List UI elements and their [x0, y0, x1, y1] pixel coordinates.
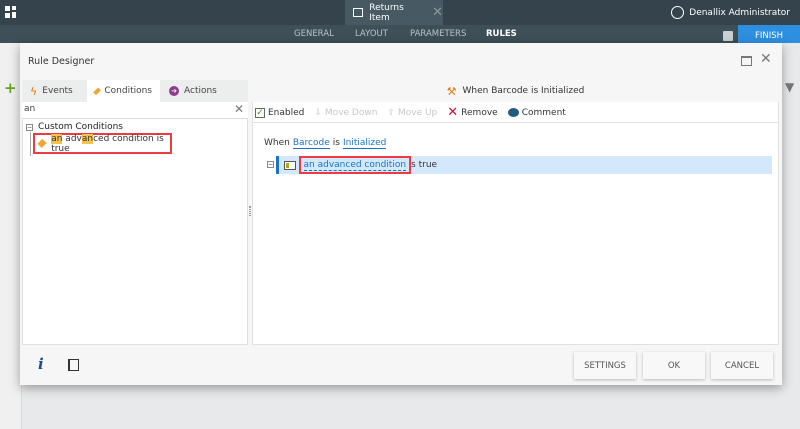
nav-bar — [0, 25, 800, 43]
nav-rules[interactable]: RULES — [486, 29, 517, 39]
move-down-icon: ⇩ — [314, 107, 322, 118]
panel-toggle-icon[interactable] — [68, 359, 79, 371]
condition-icon — [284, 160, 296, 170]
tree-item-advanced-condition[interactable]: an advanced condition is true — [33, 133, 172, 154]
move-up-button[interactable]: ⇧ Move Up — [387, 108, 437, 118]
user-name: Denallix Administrator — [689, 7, 790, 18]
comment-button[interactable]: Comment — [507, 107, 566, 118]
nav-general[interactable]: GENERAL — [294, 29, 334, 39]
remove-button[interactable]: ✕ Remove — [447, 105, 497, 120]
callout-box: an advanced condition — [298, 156, 412, 174]
rule-designer-dialog: Rule Designer ✕ ϟ Events Conditions ➔ Acti… — [20, 43, 782, 385]
barcode-link[interactable]: Barcode — [292, 138, 330, 149]
tab-actions[interactable]: ➔ Actions — [161, 80, 225, 102]
save-icon[interactable] — [723, 31, 733, 41]
tab-conditions-label: Conditions — [104, 86, 152, 96]
tab-events-label: Events — [42, 86, 73, 96]
rule-header: ⚒ When Barcode is Initialized — [252, 80, 779, 102]
arrow-circle-icon: ➔ — [169, 86, 179, 96]
splitter-handle[interactable] — [249, 206, 251, 216]
gavel-icon: ⚒ — [446, 84, 457, 98]
comment-icon — [507, 108, 519, 117]
apps-icon[interactable] — [5, 6, 17, 18]
finish-button[interactable]: FINISH — [738, 25, 800, 43]
filter-icon[interactable]: ▼ — [785, 80, 794, 94]
enabled-checkbox[interactable]: ✓ Enabled — [255, 107, 305, 118]
move-down-label: Move Down — [324, 107, 378, 118]
match-highlight: an — [81, 133, 94, 144]
close-tab-icon[interactable]: ✕ — [432, 5, 443, 20]
lightning-icon: ϟ — [30, 84, 38, 98]
item-text: adv — [62, 133, 82, 144]
dialog-title: Rule Designer — [28, 56, 95, 67]
rule-header-title: When Barcode is Initialized — [462, 86, 585, 96]
maximize-icon[interactable] — [741, 56, 752, 66]
toolbox-pane — [22, 80, 248, 345]
rule-toolbar: ✓ Enabled ⇩ Move Down ⇧ Move Up ✕ Remove Com… — [253, 103, 778, 123]
nav-parameters[interactable]: PARAMETERS — [410, 29, 466, 39]
remove-x-icon: ✕ — [447, 105, 459, 120]
tree-line — [30, 132, 31, 156]
initialized-link[interactable]: Initialized — [342, 138, 387, 149]
clear-search-icon[interactable]: ✕ — [234, 102, 244, 116]
user-menu[interactable]: Denallix Administrator — [671, 6, 790, 19]
document-tab[interactable]: Returns Item ✕ — [345, 0, 443, 25]
tab-events[interactable]: ϟ Events — [22, 80, 81, 102]
search-value: an — [24, 104, 36, 114]
when-text: When — [264, 138, 290, 148]
comment-label: Comment — [521, 107, 566, 118]
ok-button[interactable]: OK — [643, 352, 705, 379]
checkbox-checked-icon: ✓ — [255, 107, 265, 118]
info-icon[interactable]: i — [38, 355, 44, 373]
left-toolbar: + — [0, 43, 22, 429]
match-highlight: an — [51, 133, 63, 144]
move-down-button[interactable]: ⇩ Move Down — [314, 108, 377, 118]
diamond-icon — [37, 138, 47, 149]
remove-label: Remove — [461, 107, 498, 118]
rule-when-line: When Barcode is Initialized — [264, 138, 387, 149]
collapse-icon[interactable]: − — [26, 124, 33, 131]
document-tab-label: Returns Item — [369, 2, 404, 23]
condition-row[interactable]: i an advanced condition s true — [276, 156, 772, 174]
settings-button[interactable]: SETTINGS — [574, 352, 636, 379]
move-up-icon: ⇧ — [387, 107, 395, 118]
tab-conditions[interactable]: Conditions — [87, 80, 160, 102]
condition-suffix: s true — [411, 160, 438, 170]
move-up-label: Move Up — [397, 107, 438, 118]
collapse-condition-icon[interactable]: − — [267, 161, 274, 168]
cancel-button[interactable]: CANCEL — [711, 352, 773, 379]
search-input[interactable]: an ✕ — [22, 102, 248, 119]
user-avatar-icon — [671, 6, 685, 19]
diamond-icon — [93, 86, 102, 96]
tree-group-custom-conditions[interactable]: Custom Conditions — [38, 122, 123, 132]
tab-actions-label: Actions — [184, 86, 217, 96]
add-icon[interactable]: + — [4, 79, 17, 97]
advanced-condition-link[interactable]: an advanced condition — [303, 160, 407, 171]
is-text: is — [332, 138, 340, 148]
form-icon — [353, 8, 364, 17]
close-dialog-icon[interactable]: ✕ — [760, 51, 772, 67]
enabled-label: Enabled — [268, 107, 305, 118]
nav-layout[interactable]: LAYOUT — [355, 29, 388, 39]
